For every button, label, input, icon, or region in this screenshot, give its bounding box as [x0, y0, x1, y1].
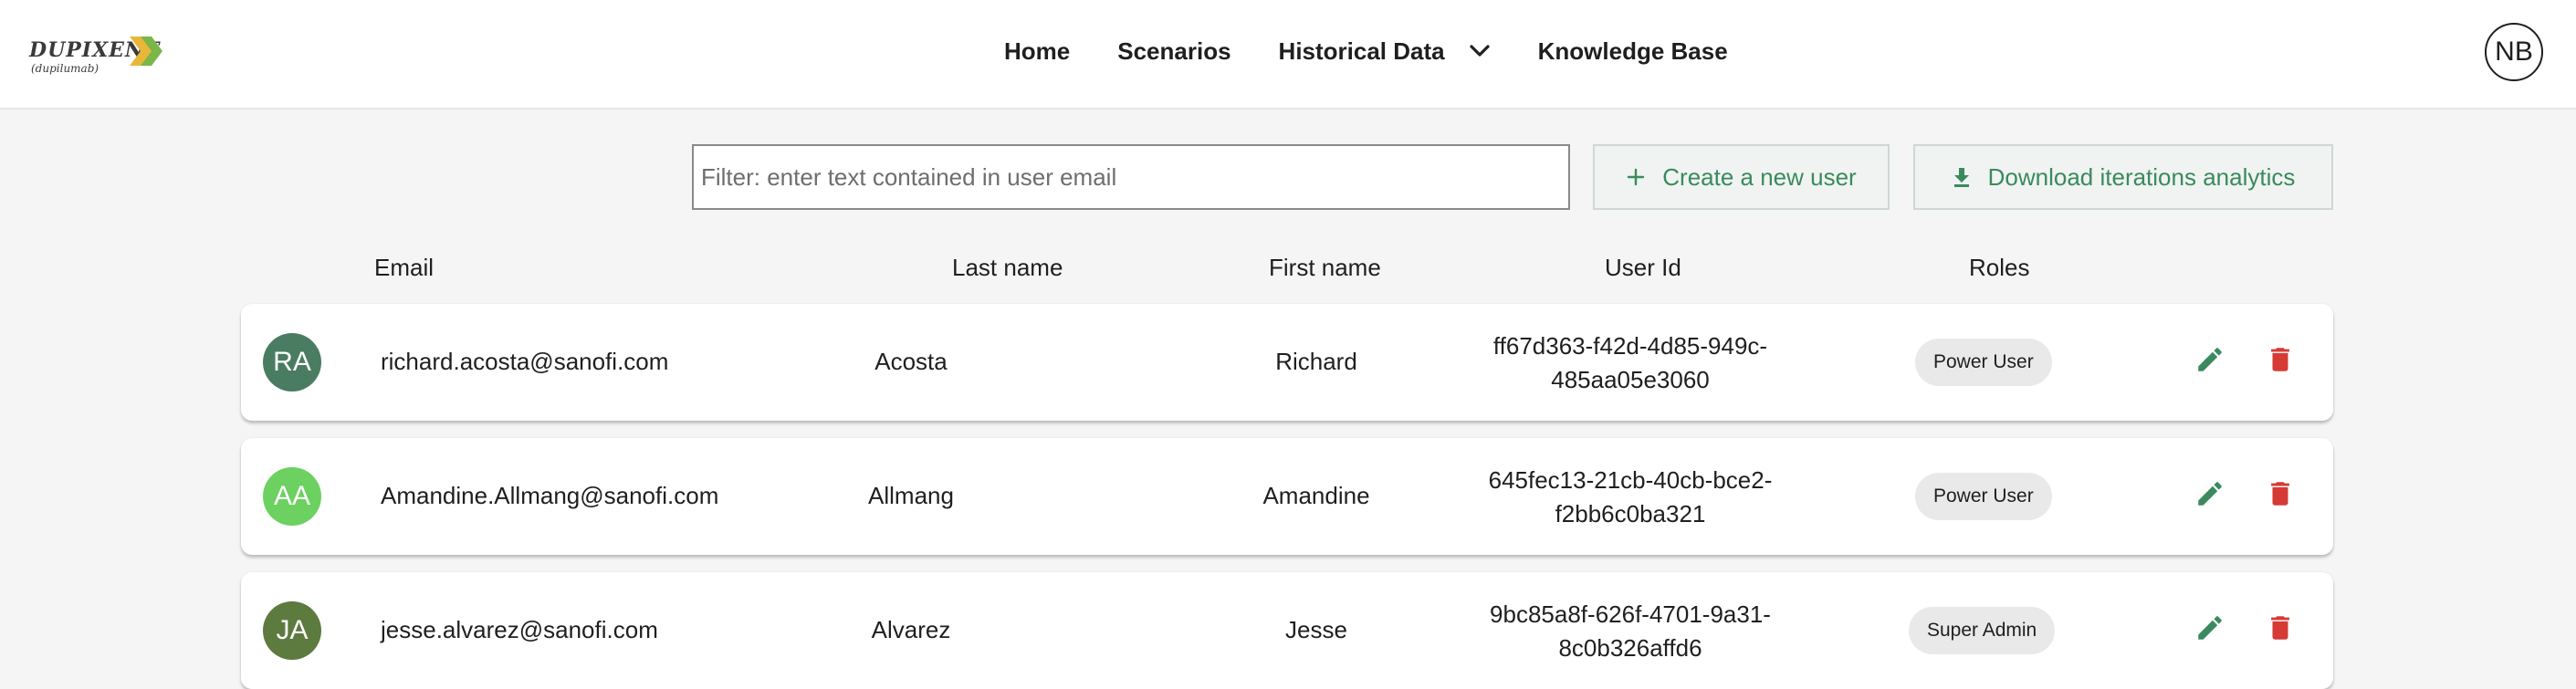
user-id: ff67d363-f42d-4d85-949c- 485aa05e3060	[1480, 329, 1781, 397]
email-filter-input[interactable]	[692, 144, 1570, 210]
nav-home[interactable]: Home	[1004, 37, 1070, 66]
user-first-name: Richard	[1275, 348, 1357, 375]
user-last-name: Alvarez	[871, 616, 951, 643]
table-row[interactable]: AA Amandine.Allmang@sanofi.com Allmang A…	[241, 438, 2333, 555]
table-row[interactable]: RA richard.acosta@sanofi.com Acosta Rich…	[241, 304, 2333, 421]
dupixent-logo[interactable]: DUPIXENT (dupilumab)	[29, 31, 175, 77]
trash-icon[interactable]	[2265, 343, 2296, 376]
nav-historical-data-label: Historical Data	[1278, 37, 1445, 65]
download-analytics-button[interactable]: Download iterations analytics	[1913, 144, 2333, 210]
pencil-icon[interactable]	[2194, 344, 2225, 375]
user-last-name: Acosta	[874, 348, 948, 375]
chevron-down-icon[interactable]	[1469, 44, 1491, 58]
user-id-line1: ff67d363-f42d-4d85-949c-	[1492, 332, 1768, 360]
user-email: jesse.alvarez@sanofi.com	[381, 616, 658, 643]
column-header-first-name[interactable]: First name	[1269, 254, 1381, 282]
role-badge: Power User	[1915, 473, 2052, 520]
main-nav: Home Scenarios Historical Data Knowledge…	[1004, 33, 1728, 69]
trash-icon[interactable]	[2265, 477, 2296, 510]
user-email: richard.acosta@sanofi.com	[381, 348, 669, 375]
pencil-icon[interactable]	[2194, 612, 2225, 643]
column-header-last-name[interactable]: Last name	[952, 254, 1063, 282]
user-first-name: Amandine	[1262, 482, 1370, 509]
download-icon	[1952, 166, 1972, 188]
avatar: RA	[263, 333, 321, 391]
role-badge: Power User	[1915, 339, 2052, 386]
nav-scenarios[interactable]: Scenarios	[1117, 37, 1230, 66]
user-id-line1: 9bc85a8f-626f-4701-9a31-	[1490, 600, 1771, 628]
avatar: JA	[263, 601, 321, 660]
user-last-name: Allmang	[868, 482, 954, 509]
user-id-line2: 8c0b326affd6	[1558, 634, 1702, 662]
logo-subtitle: (dupilumab)	[31, 62, 99, 75]
pencil-icon[interactable]	[2194, 478, 2225, 509]
table-row[interactable]: JA jesse.alvarez@sanofi.com Alvarez Jess…	[241, 572, 2333, 689]
column-header-email[interactable]: Email	[374, 254, 434, 282]
avatar: AA	[263, 467, 321, 526]
plus-icon	[1626, 167, 1646, 187]
user-id-line1: 645fec13-21cb-40cb-bce2-	[1488, 466, 1773, 494]
user-id-line2: 485aa05e3060	[1551, 366, 1710, 393]
trash-icon[interactable]	[2265, 611, 2296, 644]
user-id-line2: f2bb6c0ba321	[1555, 500, 1706, 527]
user-avatar[interactable]: NB	[2485, 23, 2543, 81]
create-user-button[interactable]: Create a new user	[1593, 144, 1890, 210]
top-header: DUPIXENT (dupilumab) Home Scenarios Hist…	[0, 0, 2576, 110]
download-analytics-label: Download iterations analytics	[1987, 162, 2296, 191]
create-user-label: Create a new user	[1662, 162, 1857, 191]
user-id: 9bc85a8f-626f-4701-9a31- 8c0b326affd6	[1480, 598, 1781, 665]
nav-historical-data[interactable]: Historical Data	[1279, 37, 1491, 66]
user-id: 645fec13-21cb-40cb-bce2- f2bb6c0ba321	[1480, 464, 1781, 531]
user-email: Amandine.Allmang@sanofi.com	[381, 482, 719, 509]
user-first-name: Jesse	[1285, 616, 1347, 643]
column-header-roles[interactable]: Roles	[1969, 254, 2029, 282]
logo-chevrons-icon	[130, 37, 162, 66]
column-header-user-id[interactable]: User Id	[1605, 254, 1681, 282]
nav-knowledge-base[interactable]: Knowledge Base	[1538, 37, 1728, 66]
role-badge: Super Admin	[1909, 607, 2056, 654]
